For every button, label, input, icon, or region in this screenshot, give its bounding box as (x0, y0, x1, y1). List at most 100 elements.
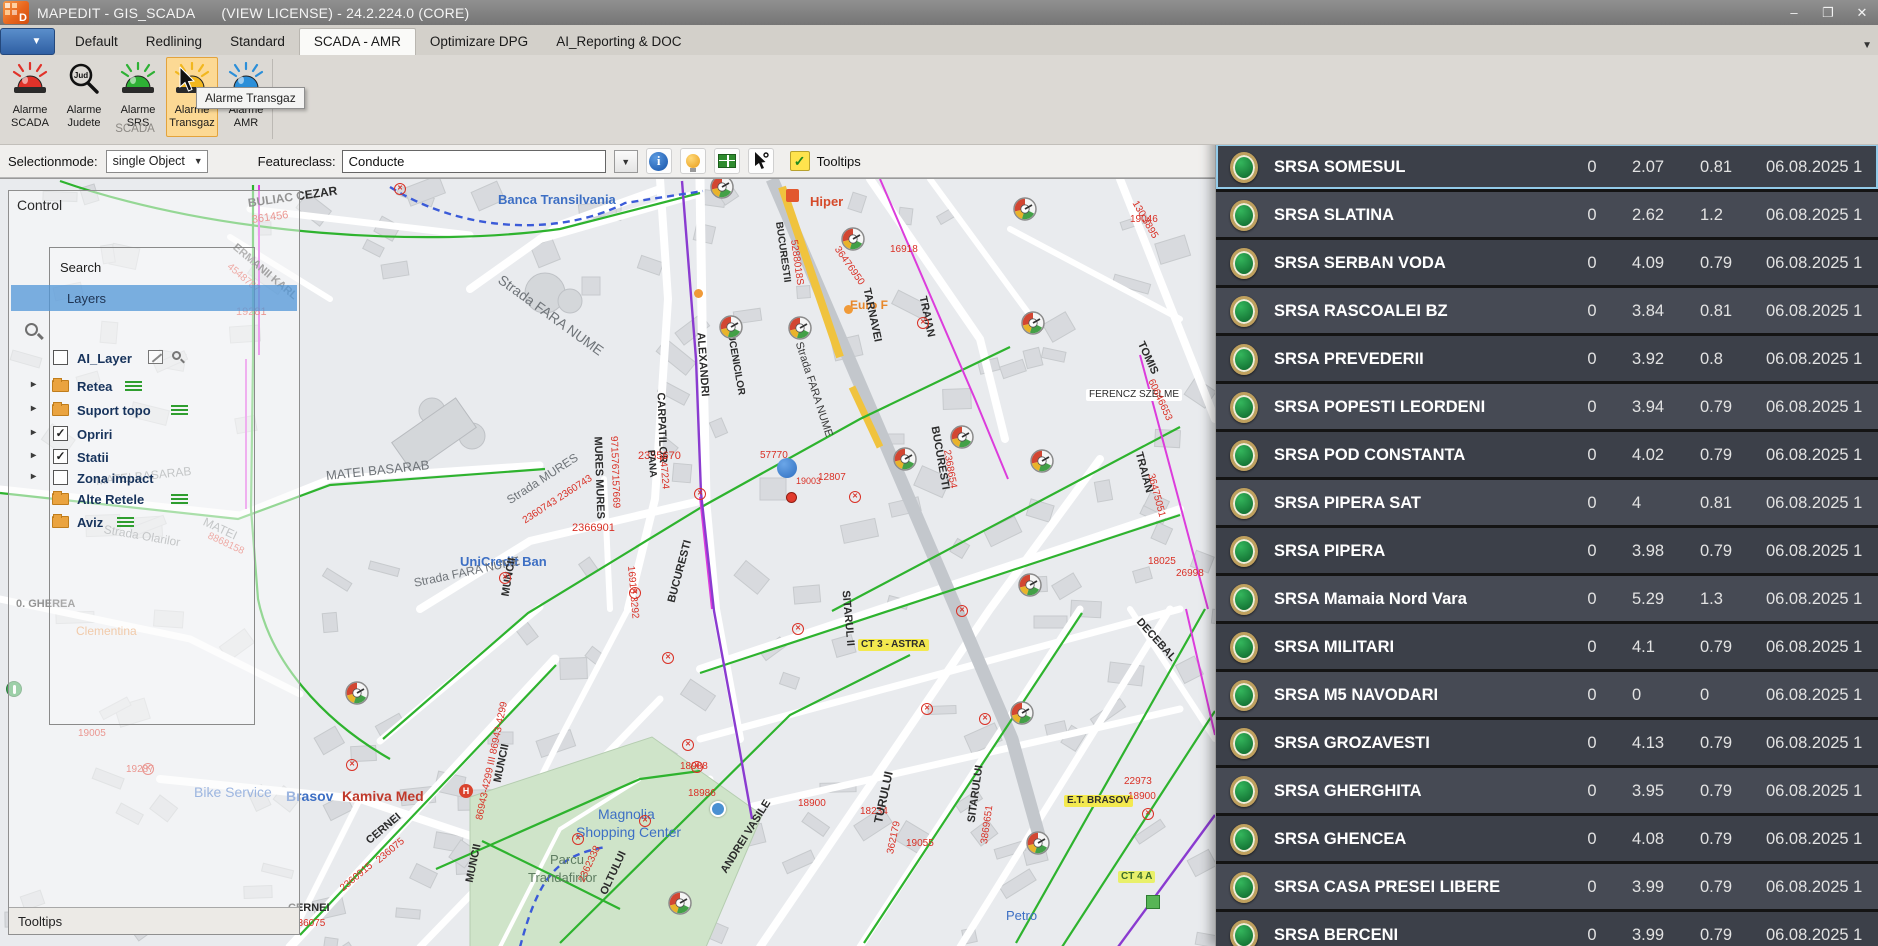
expand-arrow-icon[interactable]: ▸ (31, 471, 36, 482)
selected-point-marker[interactable] (777, 458, 797, 478)
map-label: MURES MURES (592, 436, 606, 519)
cell-pout: 0.79 (1700, 770, 1732, 812)
select-cursor-button[interactable] (748, 148, 774, 174)
layer-item-suport-topo[interactable]: ▸Suport topo (9, 401, 299, 421)
layer-checkbox[interactable] (53, 470, 68, 485)
layers-selected-row[interactable]: Layers (11, 285, 297, 311)
info-button[interactable]: i (646, 148, 672, 174)
table-row[interactable]: SRSA PREVEDERII03.920.806.08.2025 1 (1216, 336, 1878, 381)
status-led-icon (1230, 440, 1258, 471)
expand-arrow-icon[interactable]: ▸ (31, 403, 36, 414)
expand-arrow-icon[interactable]: ▸ (31, 379, 36, 390)
valve-marker-icon[interactable]: ✕ (662, 652, 674, 664)
tab-default[interactable]: Default (61, 29, 132, 55)
table-row[interactable]: SRSA CASA PRESEI LIBERE03.990.7906.08.20… (1216, 864, 1878, 909)
station-gauge-icon[interactable] (841, 227, 865, 251)
valve-marker-icon[interactable]: ✕ (572, 833, 584, 845)
valve-marker-icon[interactable]: ✕ (956, 605, 968, 617)
layer-checkbox[interactable] (53, 350, 68, 365)
restore-button[interactable]: ❐ (1818, 5, 1838, 21)
expand-arrow-icon[interactable]: ▸ (31, 427, 36, 438)
table-row[interactable]: SRSA POD CONSTANTA04.020.7906.08.2025 1 (1216, 432, 1878, 477)
table-row[interactable]: SRSA BERCENI03.990.7906.08.2025 1 (1216, 912, 1878, 946)
valve-marker-icon[interactable]: ✕ (499, 572, 511, 584)
valve-marker-icon[interactable]: ✕ (629, 587, 641, 599)
valve-marker-icon[interactable]: ✕ (792, 623, 804, 635)
station-gauge-icon[interactable] (668, 891, 692, 915)
search-icon[interactable] (172, 351, 181, 360)
table-row[interactable]: SRSA SERBAN VODA04.090.7906.08.2025 1 (1216, 240, 1878, 285)
valve-marker-icon[interactable]: ✕ (394, 183, 406, 195)
cell-time: 06.08.2025 1 (1766, 338, 1862, 380)
station-gauge-icon[interactable] (1030, 449, 1054, 473)
station-gauge-icon[interactable] (1013, 197, 1037, 221)
layer-item-zona-impact[interactable]: ▸ Zona impact (9, 469, 299, 489)
tab-scada-amr[interactable]: SCADA - AMR (299, 28, 416, 55)
valve-marker-icon[interactable]: ✕ (639, 815, 651, 827)
layer-label: Zona impact (77, 471, 154, 486)
layer-item-aviz[interactable]: Aviz (9, 513, 299, 533)
layer-item-statii[interactable]: ▸✓Statii (9, 448, 299, 468)
station-gauge-icon[interactable] (719, 315, 743, 339)
selectionmode-select[interactable]: single Object ▼ (106, 150, 208, 173)
lightbulb-button[interactable] (680, 148, 706, 174)
table-row[interactable]: SRSA GROZAVESTI04.130.7906.08.2025 1 (1216, 720, 1878, 765)
valve-marker-icon[interactable]: ✕ (979, 713, 991, 725)
layer-item-ai-layer[interactable]: AI_Layer (9, 349, 299, 369)
valve-marker-icon[interactable]: ✕ (917, 317, 929, 329)
table-row[interactable]: SRSA MILITARI04.10.7906.08.2025 1 (1216, 624, 1878, 669)
search-icon[interactable] (25, 323, 38, 336)
station-gauge-icon[interactable] (1026, 831, 1050, 855)
minimize-button[interactable]: – (1784, 5, 1804, 20)
valve-marker-icon[interactable]: ✕ (1142, 808, 1154, 820)
table-row[interactable]: SRSA RASCOALEI BZ03.840.8106.08.2025 1 (1216, 288, 1878, 333)
valve-marker-icon[interactable]: ✕ (346, 759, 358, 771)
station-gauge-icon[interactable] (1021, 311, 1045, 335)
status-led-icon (1230, 344, 1258, 375)
table-row[interactable]: SRSA M5 NAVODARI00006.08.2025 1 (1216, 672, 1878, 717)
station-gauge-icon[interactable] (710, 178, 734, 199)
featureclass-dropdown-button[interactable]: ▼ (614, 150, 638, 173)
table-row[interactable]: SRSA GHENCEA04.080.7906.08.2025 1 (1216, 816, 1878, 861)
valve-marker-icon[interactable]: ✕ (921, 703, 933, 715)
station-gauge-icon[interactable] (950, 425, 974, 449)
table-row[interactable]: SRSA PIPERA SAT040.8106.08.2025 1 (1216, 480, 1878, 525)
layer-item-alte-retele[interactable]: Alte Retele (9, 490, 299, 510)
station-gauge-icon[interactable] (1018, 573, 1042, 597)
valve-marker-icon[interactable]: ✕ (849, 491, 861, 503)
app-menu-button[interactable]: ▼ (0, 28, 55, 55)
table-row[interactable]: SRSA SOMESUL02.070.8106.08.2025 1 (1216, 144, 1878, 189)
edit-icon[interactable] (148, 350, 163, 364)
table-row[interactable]: SRSA GHERGHITA03.950.7906.08.2025 1 (1216, 768, 1878, 813)
table-row[interactable]: SRSA POPESTI LEORDENI03.940.7906.08.2025… (1216, 384, 1878, 429)
station-gauge-icon[interactable] (345, 681, 369, 705)
tab-optimizare-dpg[interactable]: Optimizare DPG (416, 29, 542, 55)
layer-checkbox[interactable]: ✓ (53, 426, 68, 441)
station-gauge-icon[interactable] (1010, 701, 1034, 725)
expand-arrow-icon[interactable]: ▸ (31, 450, 36, 461)
cell-pout: 0.8 (1700, 338, 1723, 380)
map-label: 147224 (657, 456, 670, 490)
featureclass-input[interactable]: Conducte (342, 150, 606, 173)
layer-item-opriri[interactable]: ▸✓Opriri (9, 425, 299, 445)
close-button[interactable]: ✕ (1852, 5, 1872, 21)
tab-standard[interactable]: Standard (216, 29, 299, 55)
station-gauge-icon[interactable] (893, 447, 917, 471)
valve-marker-icon[interactable]: ✕ (682, 739, 694, 751)
legend-button[interactable] (714, 148, 740, 174)
valve-marker-icon[interactable]: ✕ (691, 761, 703, 773)
cell-time: 06.08.2025 1 (1766, 818, 1862, 860)
alarm-point-marker[interactable] (786, 492, 797, 503)
tooltips-panel-tab[interactable]: Tooltips (9, 907, 299, 934)
station-gauge-icon[interactable] (788, 316, 812, 340)
ribbon-collapse-icon[interactable]: ▼ (1862, 40, 1872, 51)
table-row[interactable]: SRSA SLATINA02.621.206.08.2025 1 (1216, 192, 1878, 237)
tab-ai-reporting-doc[interactable]: AI_Reporting & DOC (542, 29, 695, 55)
layer-item-retea[interactable]: ▸Retea (9, 377, 299, 397)
tooltips-checkbox[interactable]: ✓ (790, 151, 810, 171)
table-row[interactable]: SRSA Mamaia Nord Vara05.291.306.08.2025 … (1216, 576, 1878, 621)
tab-redlining[interactable]: Redlining (132, 29, 216, 55)
valve-marker-icon[interactable]: ✕ (694, 488, 706, 500)
layer-checkbox[interactable]: ✓ (53, 449, 68, 464)
table-row[interactable]: SRSA PIPERA03.980.7906.08.2025 1 (1216, 528, 1878, 573)
